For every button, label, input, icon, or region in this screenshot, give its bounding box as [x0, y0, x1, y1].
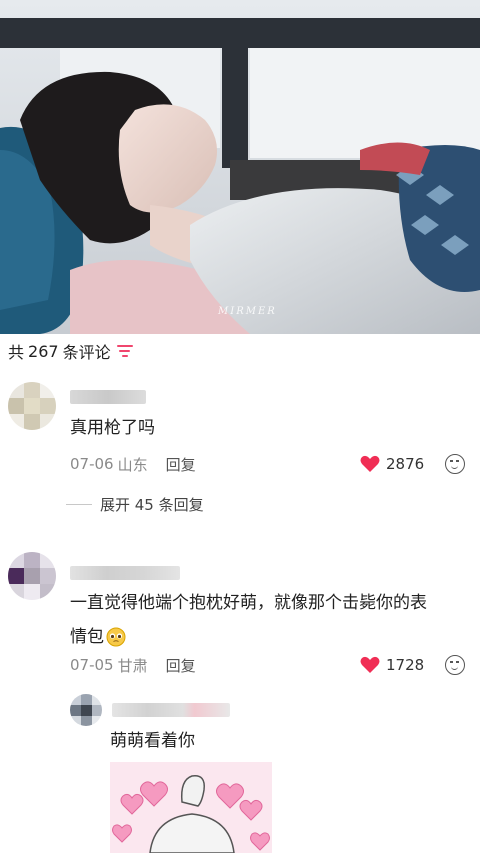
comment-text-line-1: 一直觉得他端个抱枕好萌，就像那个击毙你的表: [70, 593, 427, 613]
expand-replies-label[interactable]: 展开 45 条回复: [100, 494, 204, 515]
comment-meta: 07-05 甘肃 回复: [70, 655, 196, 675]
comment-location: 山东: [117, 455, 148, 474]
reply-button[interactable]: 回复: [166, 454, 196, 475]
heart-icon: [360, 455, 380, 472]
cat-hearts-sticker: [110, 762, 272, 853]
reply-button[interactable]: 回复: [166, 655, 196, 676]
reply-text: 萌萌看着你: [110, 731, 195, 751]
comment-count-header: 共 267 条评论: [8, 338, 133, 364]
like-count: 2876: [386, 455, 425, 473]
comment-date: 07-05: [70, 656, 114, 674]
sleeping-person-image: [0, 0, 480, 334]
video-watermark: MIRMER: [218, 306, 277, 317]
comment-text-line-2: 情包: [70, 627, 104, 647]
pleading-face-emoji: [106, 627, 126, 647]
reply-sticker-image[interactable]: [110, 762, 272, 853]
expand-divider: [66, 504, 92, 505]
like-count: 1728: [386, 656, 425, 674]
comment-count: 267: [28, 341, 59, 361]
smiley-face-icon[interactable]: [445, 655, 465, 675]
comment-text: 真用枪了吗: [70, 418, 155, 438]
smiley-face-icon[interactable]: [445, 454, 465, 474]
like-button[interactable]: 2876: [360, 453, 424, 475]
comment-meta: 07-06 山东 回复: [70, 454, 196, 474]
comment-location: 甘肃: [117, 656, 148, 675]
video-frame[interactable]: MIRMER: [0, 0, 480, 334]
commenter-username-blurred[interactable]: [70, 566, 180, 580]
commenter-avatar[interactable]: [8, 552, 56, 600]
comment-date: 07-06: [70, 455, 114, 473]
reply-avatar[interactable]: [70, 694, 102, 726]
heart-icon: [360, 656, 380, 673]
commenter-avatar[interactable]: [8, 382, 56, 430]
count-suffix: 条评论: [62, 343, 111, 362]
comment-text: 一直觉得他端个抱枕好萌，就像那个击毙你的表 情包: [70, 586, 480, 654]
count-prefix: 共: [8, 343, 25, 362]
reply-username-blurred[interactable]: [112, 703, 230, 717]
sort-filter-icon[interactable]: [116, 344, 133, 358]
like-button[interactable]: 1728: [360, 654, 424, 676]
commenter-username-blurred[interactable]: [70, 390, 146, 404]
expand-replies-button[interactable]: 展开 45 条回复: [66, 494, 204, 515]
